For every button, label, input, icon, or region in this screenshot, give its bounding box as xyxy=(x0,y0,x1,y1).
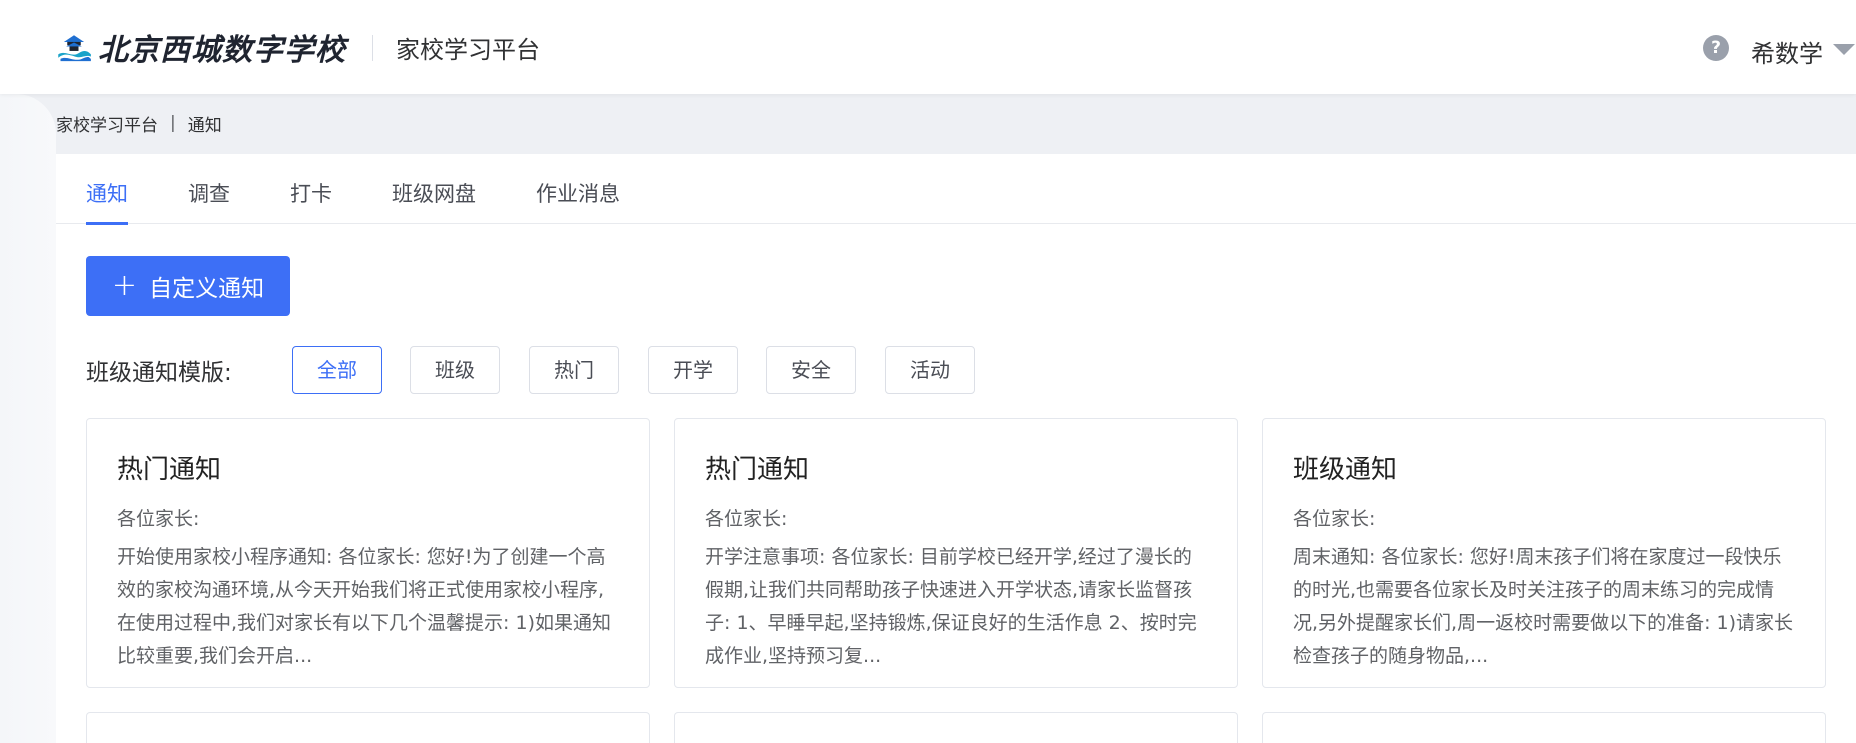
header-divider xyxy=(372,35,373,61)
caret-down-icon[interactable] xyxy=(1833,44,1855,55)
card-salutation: 各位家长: xyxy=(705,508,788,530)
left-gutter xyxy=(0,94,56,743)
top-header: 北京西城数字学校 家校学习平台 ? 希数学 xyxy=(0,0,1856,94)
card-body: 开学注意事项: 各位家长: 目前学校已经开学,经过了漫长的假期,让我们共同帮助孩… xyxy=(705,546,1197,667)
card-salutation: 各位家长: xyxy=(1293,508,1376,530)
chip-class[interactable]: 班级 xyxy=(410,346,500,394)
notice-template-card-partial[interactable] xyxy=(86,712,650,743)
card-title: 热门通知 xyxy=(117,455,222,485)
help-icon[interactable]: ? xyxy=(1703,35,1729,61)
chip-school-start[interactable]: 开学 xyxy=(648,346,738,394)
notice-template-card-partial[interactable] xyxy=(1262,712,1826,743)
tab-survey[interactable]: 调查 xyxy=(188,178,230,222)
tab-checkin[interactable]: 打卡 xyxy=(290,178,332,222)
custom-notice-button[interactable]: + 自定义通知 xyxy=(86,256,290,316)
tab-class-drive[interactable]: 班级网盘 xyxy=(392,178,476,222)
notice-template-card-partial[interactable] xyxy=(674,712,1238,743)
main-panel: 通知 调查 打卡 班级网盘 作业消息 + 自定义通知 班级通知模版: 全部 班级… xyxy=(56,154,1856,743)
plus-icon: + xyxy=(111,268,138,303)
chip-activity[interactable]: 活动 xyxy=(885,346,975,394)
card-body: 开始使用家校小程序通知: 各位家长: 您好!为了创建一个高效的家校沟通环境,从今… xyxy=(117,546,611,667)
template-filter-label: 班级通知模版: xyxy=(86,360,232,386)
chip-safety[interactable]: 安全 xyxy=(766,346,856,394)
card-salutation: 各位家长: xyxy=(117,508,200,530)
chip-all[interactable]: 全部 xyxy=(292,346,382,394)
breadcrumb-separator: | xyxy=(170,113,176,133)
breadcrumb-current: 通知 xyxy=(187,115,222,136)
notice-template-card[interactable]: 班级通知 各位家长: 周末通知: 各位家长: 您好!周末孩子们将在家度过一段快乐… xyxy=(1262,418,1826,688)
card-body: 周末通知: 各位家长: 您好!周末孩子们将在家度过一段快乐的时光,也需要各位家长… xyxy=(1293,546,1794,667)
school-logo[interactable]: 北京西城数字学校 xyxy=(56,20,346,74)
breadcrumb: 家校学习平台 | 通知 xyxy=(56,110,222,136)
card-title: 热门通知 xyxy=(705,455,810,485)
chip-popular[interactable]: 热门 xyxy=(529,346,619,394)
breadcrumb-root[interactable]: 家校学习平台 xyxy=(56,111,158,136)
tab-notice[interactable]: 通知 xyxy=(86,178,128,225)
logo-text: 北京西城数字学校 xyxy=(98,33,346,68)
notice-template-card[interactable]: 热门通知 各位家长: 开学注意事项: 各位家长: 目前学校已经开学,经过了漫长的… xyxy=(674,418,1238,688)
custom-notice-label: 自定义通知 xyxy=(149,276,265,302)
card-title: 班级通知 xyxy=(1293,455,1398,485)
notice-template-card[interactable]: 热门通知 各位家长: 开始使用家校小程序通知: 各位家长: 您好!为了创建一个高… xyxy=(86,418,650,688)
temple-logo-icon xyxy=(58,35,91,62)
tab-homework-messages[interactable]: 作业消息 xyxy=(536,178,620,222)
username[interactable]: 希数学 xyxy=(1751,34,1823,69)
tab-bar: 通知 调查 打卡 班级网盘 作业消息 xyxy=(56,154,1856,225)
platform-name: 家校学习平台 xyxy=(396,36,540,64)
